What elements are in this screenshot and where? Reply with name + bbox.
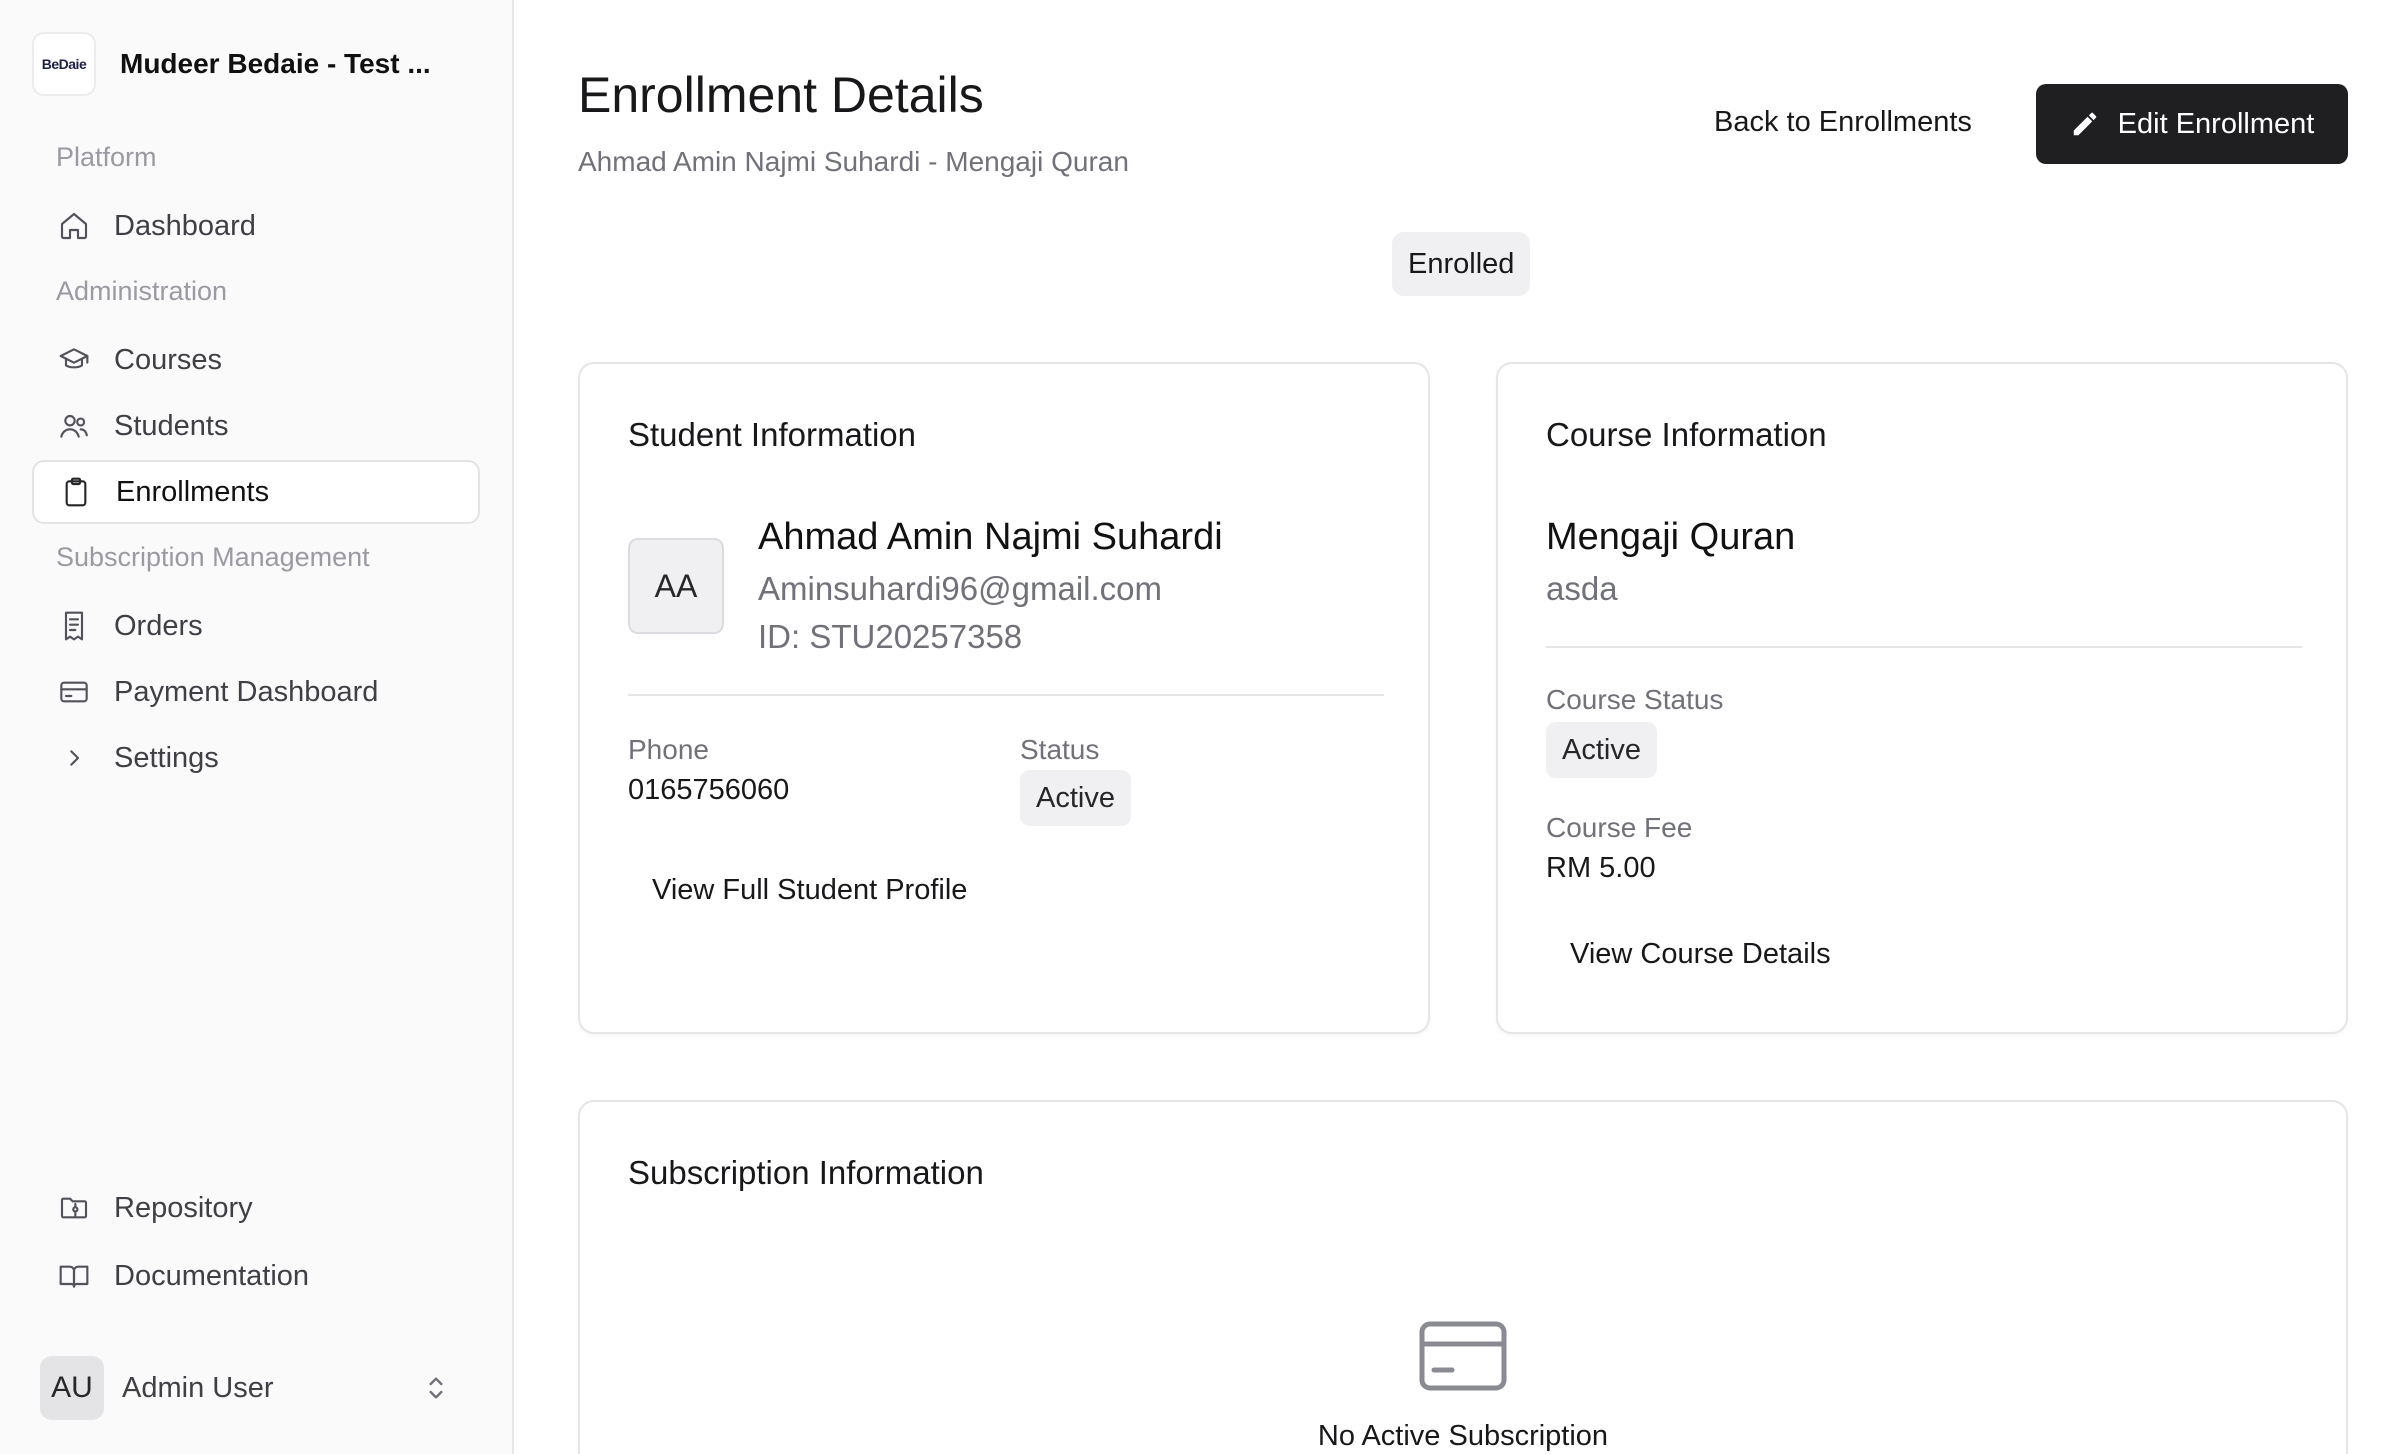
sidebar-item-label: Settings xyxy=(114,741,219,774)
student-avatar: AA xyxy=(628,538,724,634)
chevrons-up-down-icon xyxy=(429,1377,443,1399)
group-label-administration: Administration xyxy=(56,276,228,306)
course-status-label: Course Status xyxy=(1546,684,1724,715)
user-name: Admin User xyxy=(122,1371,274,1404)
view-course-details-button[interactable]: View Course Details xyxy=(1570,938,1831,971)
phone-value: 0165756060 xyxy=(628,774,790,806)
credit-card-icon xyxy=(60,681,88,703)
page-subtitle: Ahmad Amin Najmi Suhardi - Mengaji Quran xyxy=(578,146,1129,177)
student-information-card: Student Information AA Ahmad Amin Najmi … xyxy=(578,362,1430,1034)
student-status-badge: Active xyxy=(1020,770,1131,826)
student-name: Ahmad Amin Najmi Suhardi xyxy=(758,516,1223,558)
student-id: ID: STU20257358 xyxy=(758,618,1023,655)
edit-enrollment-label: Edit Enrollment xyxy=(2117,107,2315,140)
sidebar-item-label: Dashboard xyxy=(114,209,256,242)
divider xyxy=(628,694,1384,696)
sidebar-item-courses[interactable]: Courses xyxy=(32,328,480,392)
sidebar-item-label: Payment Dashboard xyxy=(114,675,379,708)
user-menu[interactable]: AU Admin User xyxy=(40,1356,460,1420)
home-icon xyxy=(60,212,88,240)
sidebar-item-label: Students xyxy=(114,409,229,442)
course-status-badge: Active xyxy=(1546,722,1657,778)
receipt-icon xyxy=(64,611,84,641)
avatar: AU xyxy=(40,1356,104,1420)
book-open-icon xyxy=(59,1265,89,1288)
status-label: Status xyxy=(1020,734,1100,765)
course-information-card: Course Information Mengaji Quran asda Co… xyxy=(1496,362,2348,1034)
brand[interactable]: BeDaie Mudeer Bedaie - Test ... xyxy=(32,32,450,96)
group-label-subscription: Subscription Management xyxy=(56,542,370,572)
graduation-cap-icon xyxy=(59,348,89,369)
course-fee-label: Course Fee xyxy=(1546,812,1693,843)
sidebar-item-payment-dashboard[interactable]: Payment Dashboard xyxy=(32,660,480,724)
course-name: Mengaji Quran xyxy=(1546,516,1796,558)
card-title: Course Information xyxy=(1546,416,1827,453)
sidebar-item-settings[interactable]: Settings xyxy=(32,726,480,790)
no-subscription-text: No Active Subscription xyxy=(1317,1420,1609,1452)
sidebar: BeDaie Mudeer Bedaie - Test ... Platform… xyxy=(0,0,514,1454)
credit-card-icon xyxy=(1419,1321,1507,1391)
page-title: Enrollment Details xyxy=(578,67,984,123)
back-to-enrollments-button[interactable]: Back to Enrollments xyxy=(1714,106,1972,139)
chevron-right-icon xyxy=(70,750,80,766)
card-title: Student Information xyxy=(628,416,917,453)
enrollment-status-badge: Enrolled xyxy=(1392,232,1531,296)
edit-enrollment-button[interactable]: Edit Enrollment xyxy=(2036,84,2348,164)
brand-logo-text: BeDaie xyxy=(41,56,87,72)
sidebar-item-repository[interactable]: Repository xyxy=(32,1176,480,1240)
sidebar-item-label: Courses xyxy=(114,343,222,376)
sidebar-item-dashboard[interactable]: Dashboard xyxy=(32,194,480,258)
clipboard-icon xyxy=(65,477,87,507)
sidebar-item-label: Repository xyxy=(114,1191,253,1224)
brand-logo: BeDaie xyxy=(32,32,96,96)
view-student-profile-button[interactable]: View Full Student Profile xyxy=(652,874,967,907)
course-fee-value: RM 5.00 xyxy=(1546,852,1656,884)
sidebar-item-documentation[interactable]: Documentation xyxy=(32,1244,480,1308)
subscription-information-card: Subscription Information No Active Subsc… xyxy=(578,1100,2348,1454)
main-content: Enrollment Details Ahmad Amin Najmi Suha… xyxy=(514,0,2400,1454)
users-icon xyxy=(60,414,88,438)
phone-label: Phone xyxy=(628,734,709,765)
divider xyxy=(1546,646,2302,648)
course-description: asda xyxy=(1546,570,1618,607)
student-email: Aminsuhardi96@gmail.com xyxy=(758,570,1162,607)
folder-git-icon xyxy=(60,1197,88,1219)
sidebar-item-enrollments[interactable]: Enrollments xyxy=(32,460,480,524)
sidebar-item-orders[interactable]: Orders xyxy=(32,594,480,658)
card-title: Subscription Information xyxy=(628,1154,984,1191)
sidebar-item-label: Orders xyxy=(114,609,203,642)
group-label-platform: Platform xyxy=(56,142,157,172)
sidebar-item-label: Documentation xyxy=(114,1259,310,1292)
brand-name: Mudeer Bedaie - Test ... xyxy=(120,48,431,79)
sidebar-item-students[interactable]: Students xyxy=(32,394,480,458)
pencil-icon xyxy=(2073,112,2096,136)
sidebar-item-label: Enrollments xyxy=(116,475,270,508)
